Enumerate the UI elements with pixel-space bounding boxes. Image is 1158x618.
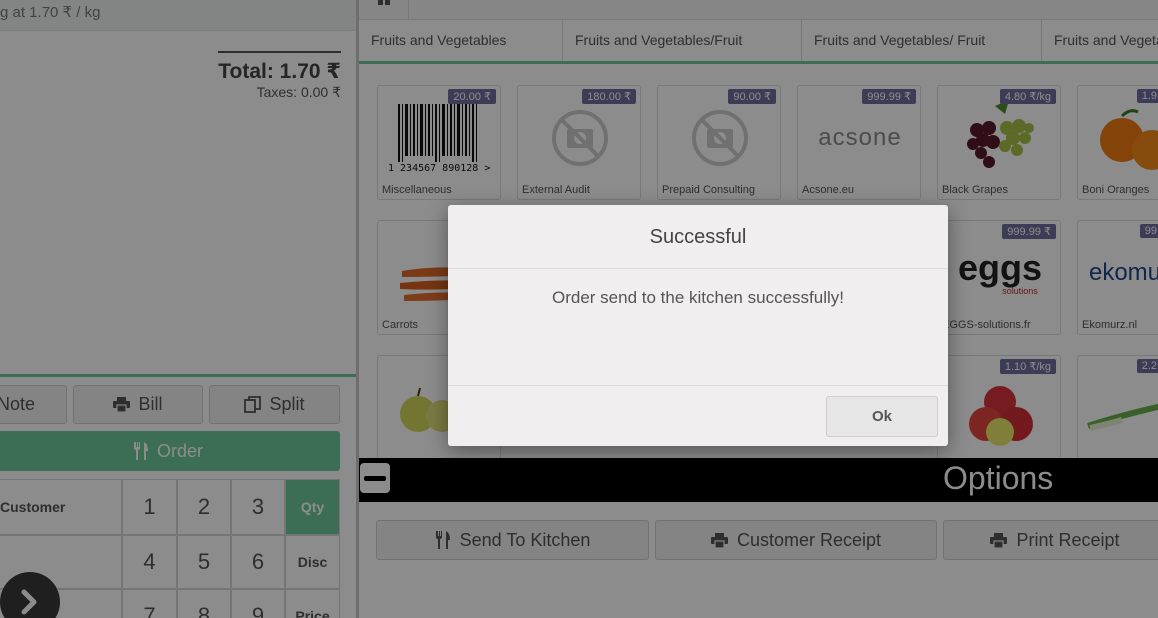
dialog-footer: Ok: [448, 385, 948, 446]
ok-label: Ok: [871, 408, 892, 425]
dialog-message: Order send to the kitchen successfully!: [552, 288, 844, 307]
success-dialog: Successful Order send to the kitchen suc…: [448, 205, 948, 446]
dialog-title: Successful: [448, 205, 948, 269]
ok-button[interactable]: Ok: [826, 396, 938, 437]
